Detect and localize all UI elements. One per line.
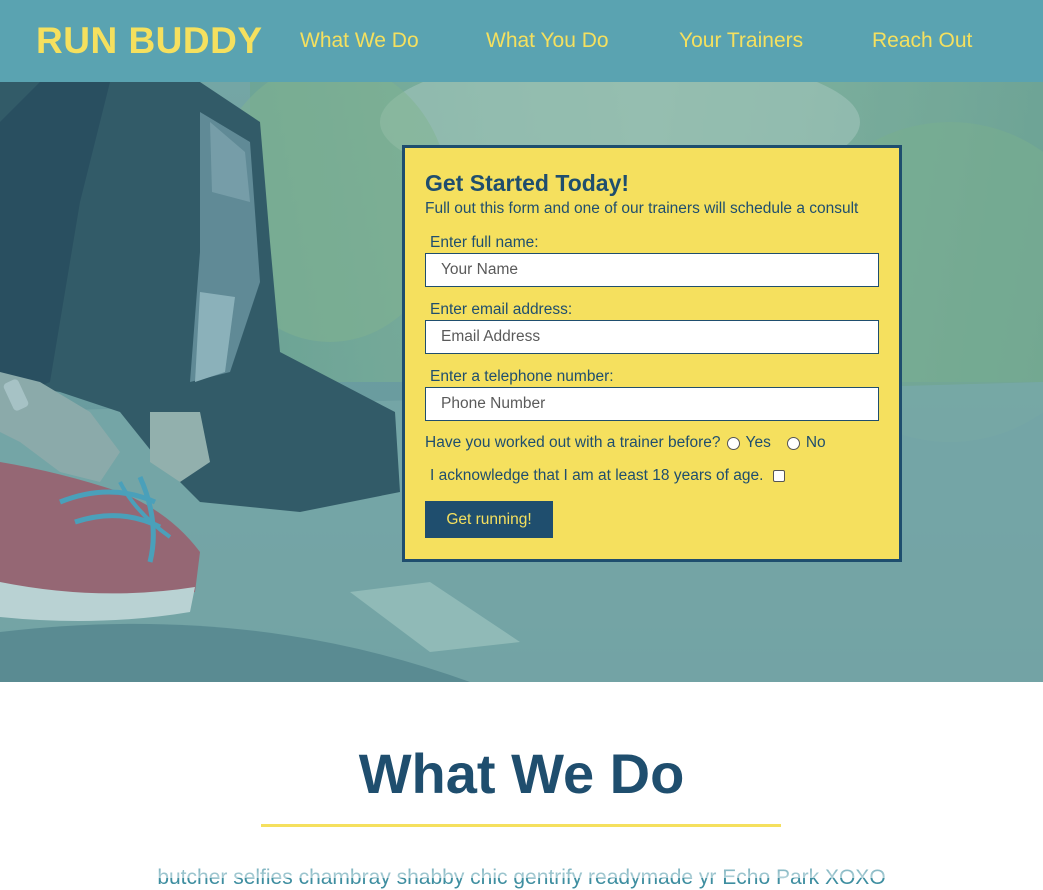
form-subtitle: Full out this form and one of our traine… (425, 200, 859, 217)
email-label: Enter email address: (430, 301, 573, 318)
signup-form: Get Started Today! Full out this form an… (402, 145, 902, 562)
phone-label: Enter a telephone number: (430, 368, 614, 385)
trainer-question-label: Have you worked out with a trainer befor… (425, 434, 721, 451)
section-text: butcher selfies chambray shabby chic gen… (157, 866, 886, 889)
age-ack-row: I acknowledge that I am at least 18 year… (430, 466, 786, 486)
nav-what-you-do[interactable]: What You Do (486, 28, 609, 54)
hero-section: Get Started Today! Full out this form an… (0, 82, 1043, 682)
name-field-group: Enter full name: (425, 234, 879, 287)
trainer-no-label: No (805, 434, 826, 451)
section-divider (261, 824, 781, 827)
nav-your-trainers[interactable]: Your Trainers (679, 28, 803, 54)
phone-input[interactable] (425, 387, 879, 421)
get-running-button[interactable]: Get running! (425, 501, 553, 538)
age-ack-label: I acknowledge that I am at least 18 year… (430, 467, 764, 484)
nav-reach-out[interactable]: Reach Out (872, 28, 972, 54)
brand-logo[interactable]: RUN BUDDY (36, 20, 263, 62)
site-header: RUN BUDDY What We Do What You Do Your Tr… (0, 0, 1043, 82)
name-label: Enter full name: (430, 234, 539, 251)
email-input[interactable] (425, 320, 879, 354)
trainer-yes-radio[interactable] (726, 436, 740, 450)
section-title: What We Do (358, 742, 685, 805)
form-title: Get Started Today! (425, 170, 630, 196)
trainer-question-row: Have you worked out with a trainer befor… (425, 433, 826, 453)
email-field-group: Enter email address: (425, 301, 879, 354)
what-we-do-section: What We Do butcher selfies chambray shab… (0, 682, 1043, 889)
trainer-no-radio[interactable] (786, 436, 800, 450)
nav-what-we-do[interactable]: What We Do (300, 28, 419, 54)
name-input[interactable] (425, 253, 879, 287)
phone-field-group: Enter a telephone number: (425, 368, 879, 421)
trainer-yes-label: Yes (745, 434, 771, 451)
age-ack-checkbox[interactable] (773, 470, 786, 482)
